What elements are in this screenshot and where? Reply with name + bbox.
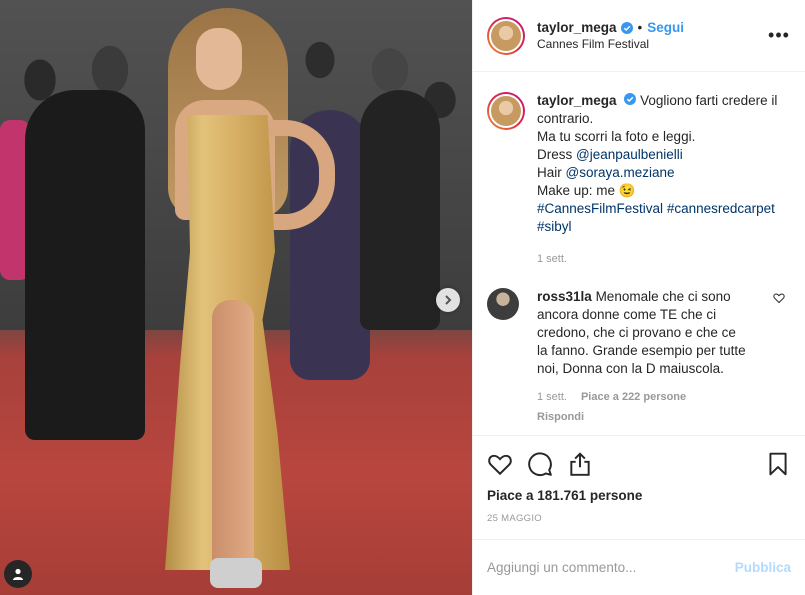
publish-button[interactable]: Pubblica: [735, 560, 791, 575]
hashtag-sibyl[interactable]: #sibyl: [537, 219, 572, 234]
comment-item: ross31la Menomale che ci sono ancora don…: [487, 288, 791, 426]
comments-list: taylor_mega Vogliono farti credere il co…: [473, 72, 805, 435]
heart-icon[interactable]: [487, 451, 513, 477]
post-sidebar: taylor_mega • Segui Cannes Film Festival…: [472, 0, 805, 595]
action-icons-row: [487, 444, 791, 484]
post-date[interactable]: 25 MAGGIO: [487, 513, 791, 533]
comment-like-icon[interactable]: [773, 292, 785, 304]
follow-button[interactable]: Segui: [647, 20, 684, 35]
caption-dress-label: Dress: [537, 147, 577, 162]
more-icon: •••: [768, 25, 790, 45]
hashtag-cannesfilmfestival[interactable]: #CannesFilmFestival: [537, 201, 663, 216]
post-photo[interactable]: [0, 0, 472, 595]
post-location[interactable]: Cannes Film Festival: [537, 37, 767, 51]
user-tags-button[interactable]: [4, 560, 32, 588]
comment-timestamp[interactable]: 1 sett.: [537, 388, 567, 406]
photo-model-shoe: [210, 558, 262, 588]
caption-hair-label: Hair: [537, 165, 566, 180]
commenter-avatar[interactable]: [487, 288, 519, 320]
caption-dress-link[interactable]: @jeanpaulbenielli: [576, 147, 683, 162]
user-tag-icon: [13, 568, 23, 580]
chevron-right-icon: [445, 295, 452, 305]
caption-username[interactable]: taylor_mega: [537, 93, 617, 108]
author-avatar[interactable]: [487, 16, 525, 55]
comment-reply-button[interactable]: Rispondi: [537, 408, 747, 426]
comment-input[interactable]: [487, 560, 735, 575]
caption-avatar[interactable]: [487, 92, 525, 130]
caption-timestamp[interactable]: 1 sett.: [537, 250, 791, 268]
post-like-count[interactable]: Piace a 181.761 persone: [487, 488, 791, 503]
hashtag-cannesredcarpet[interactable]: #cannesredcarpet: [667, 201, 775, 216]
post-modal: taylor_mega • Segui Cannes Film Festival…: [0, 0, 805, 595]
share-icon[interactable]: [567, 451, 593, 477]
photo-person-photographer: [360, 90, 440, 330]
post-header: taylor_mega • Segui Cannes Film Festival…: [473, 0, 805, 72]
caption-hair-link[interactable]: @soraya.meziane: [566, 165, 675, 180]
caption-makeup: Make up: me 😉: [537, 183, 636, 198]
post-caption: taylor_mega Vogliono farti credere il co…: [487, 92, 791, 268]
header-separator: •: [637, 20, 643, 35]
photo-person-left: [25, 90, 145, 440]
commenter-username[interactable]: ross31la: [537, 289, 592, 304]
comment-icon[interactable]: [527, 451, 553, 477]
verified-icon: [620, 21, 633, 34]
add-comment-bar: Pubblica: [473, 539, 805, 595]
comment-likes[interactable]: Piace a 222 persone: [581, 388, 686, 406]
caption-line-2: Ma tu scorri la foto e leggi.: [537, 129, 696, 144]
next-photo-button[interactable]: [436, 288, 460, 312]
more-options-button[interactable]: •••: [767, 24, 791, 48]
bookmark-icon[interactable]: [765, 451, 791, 477]
author-username[interactable]: taylor_mega: [537, 20, 617, 35]
photo-model-leg: [212, 300, 254, 580]
photo-model-face: [196, 28, 242, 90]
verified-icon: [624, 93, 637, 105]
post-actions: Piace a 181.761 persone 25 MAGGIO: [473, 435, 805, 533]
